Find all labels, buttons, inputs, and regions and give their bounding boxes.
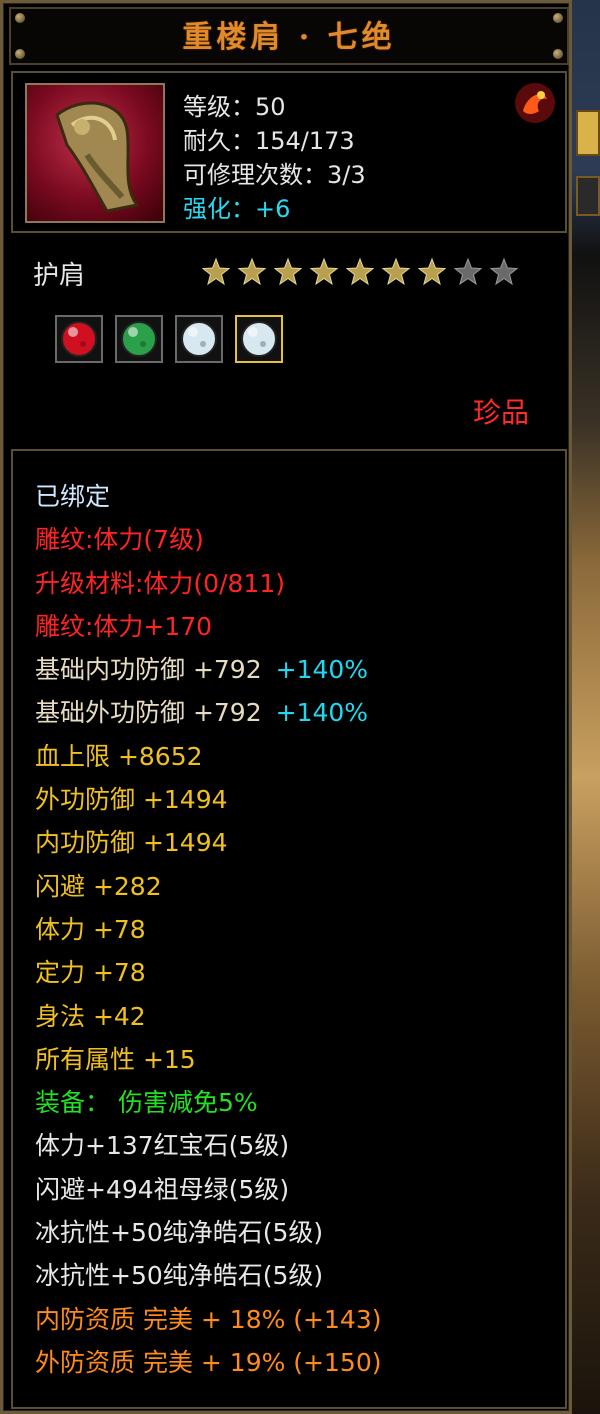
attribute-line: 外防资质 完美 + 19% (+150) — [35, 1341, 381, 1384]
ruby-gem-icon[interactable] — [55, 315, 103, 363]
class-emblem-icon — [515, 83, 555, 123]
diamond-gem-icon[interactable] — [175, 315, 223, 363]
star-empty-icon — [453, 257, 483, 286]
attribute-line: 内防资质 完美 + 18% (+143) — [35, 1298, 381, 1341]
attribute-bonus: +140% — [275, 698, 369, 728]
attribute-text: 内防资质 完美 + 18% (+143) — [35, 1304, 382, 1334]
attribute-text: 内功防御 +1494 — [35, 828, 228, 858]
item-title: 重楼肩 · 七绝 — [182, 20, 396, 55]
gem-slots — [55, 315, 283, 363]
item-durability: 耐久：154/173 — [183, 127, 355, 155]
star-filled-icon — [417, 257, 447, 286]
attribute-line: 身法 +42 — [35, 995, 381, 1038]
star-empty-icon — [489, 257, 519, 286]
attribute-text: 闪避+494祖母绿(5级) — [35, 1174, 290, 1204]
attribute-text: 基础内功防御 +792 — [35, 655, 262, 685]
attribute-text: 外功防御 +1494 — [35, 785, 228, 815]
attribute-line: 装备： 伤害减免5% — [35, 1081, 381, 1124]
rarity-label: 珍品 — [472, 396, 529, 429]
attribute-line: 内功防御 +1494 — [35, 821, 381, 864]
emerald-gem-icon[interactable] — [115, 315, 163, 363]
attribute-text: 雕纹:体力(7级) — [35, 525, 204, 555]
attribute-line: 血上限 +8652 — [35, 735, 381, 778]
attribute-text: 所有属性 +15 — [35, 1044, 196, 1074]
attribute-text: 外防资质 完美 + 19% (+150) — [35, 1347, 382, 1377]
star-filled-icon — [345, 257, 375, 286]
attribute-line: 冰抗性+50纯净皓石(5级) — [35, 1254, 381, 1297]
attribute-text: 冰抗性+50纯净皓石(5级) — [35, 1218, 324, 1248]
attribute-text: 体力 +78 — [35, 914, 146, 944]
item-enhance: 强化：+6 — [183, 195, 291, 223]
attribute-line: 闪避+494祖母绿(5级) — [35, 1168, 381, 1211]
attribute-bonus: +140% — [275, 655, 369, 685]
attribute-list: 已绑定雕纹:体力(7级) 升级材料:体力(0/811) 雕纹:体力+170 基础内功防… — [35, 475, 381, 1384]
title-bar: 重楼肩 · 七绝 — [9, 7, 569, 65]
star-filled-icon — [381, 257, 411, 286]
attribute-line: 基础外功防御 +792 +140% — [35, 691, 381, 734]
item-level: 等级：50 — [183, 93, 286, 121]
background-tab — [576, 176, 600, 216]
item-info-box: 等级：50 耐久：154/173 可修理次数：3/3 强化：+6 — [11, 71, 567, 233]
attribute-line: 体力+137红宝石(5级) — [35, 1124, 381, 1167]
star-filled-icon — [237, 257, 267, 286]
attribute-line: 雕纹:体力(7级) — [35, 518, 381, 561]
attribute-text: 雕纹:体力+170 — [35, 611, 213, 641]
star-rating — [201, 257, 519, 287]
attribute-line: 闪避 +282 — [35, 865, 381, 908]
attribute-text: 冰抗性+50纯净皓石(5级) — [35, 1261, 324, 1291]
attribute-text: 装备： 伤害减免5% — [35, 1088, 258, 1118]
attribute-text: 体力+137红宝石(5级) — [35, 1131, 290, 1161]
attribute-line: 定力 +78 — [35, 951, 381, 994]
star-filled-icon — [309, 257, 339, 286]
attribute-line: 冰抗性+50纯净皓石(5级) — [35, 1211, 381, 1254]
attribute-text: 血上限 +8652 — [35, 741, 203, 771]
attribute-line: 外功防御 +1494 — [35, 778, 381, 821]
item-tooltip: 重楼肩 · 七绝 等级：50 耐久：154/173 可修理次数：3/3 强化：+… — [0, 0, 572, 1414]
item-repair-count: 可修理次数：3/3 — [183, 161, 366, 189]
attribute-line: 雕纹:体力+170 — [35, 605, 381, 648]
attribute-line: 已绑定 — [35, 475, 381, 518]
attribute-text: 升级材料:体力(0/811) — [35, 568, 285, 598]
game-background — [570, 0, 600, 1414]
attribute-line: 体力 +78 — [35, 908, 381, 951]
attribute-text: 定力 +78 — [35, 958, 146, 988]
attribute-line: 基础内功防御 +792 +140% — [35, 648, 381, 691]
background-tab — [576, 110, 600, 156]
attribute-line: 所有属性 +15 — [35, 1038, 381, 1081]
diamond-gem-icon[interactable] — [235, 315, 283, 363]
attribute-text: 闪避 +282 — [35, 871, 162, 901]
attribute-text: 基础外功防御 +792 — [35, 698, 262, 728]
attribute-text: 已绑定 — [35, 482, 111, 511]
attribute-box: 已绑定雕纹:体力(7级) 升级材料:体力(0/811) 雕纹:体力+170 基础内功防… — [11, 449, 567, 1409]
item-type: 护肩 — [33, 261, 86, 291]
star-filled-icon — [273, 257, 303, 286]
star-filled-icon — [201, 257, 231, 286]
shoulder-armor-icon — [25, 83, 165, 223]
attribute-text: 身法 +42 — [35, 1001, 146, 1031]
attribute-line: 升级材料:体力(0/811) — [35, 562, 381, 605]
